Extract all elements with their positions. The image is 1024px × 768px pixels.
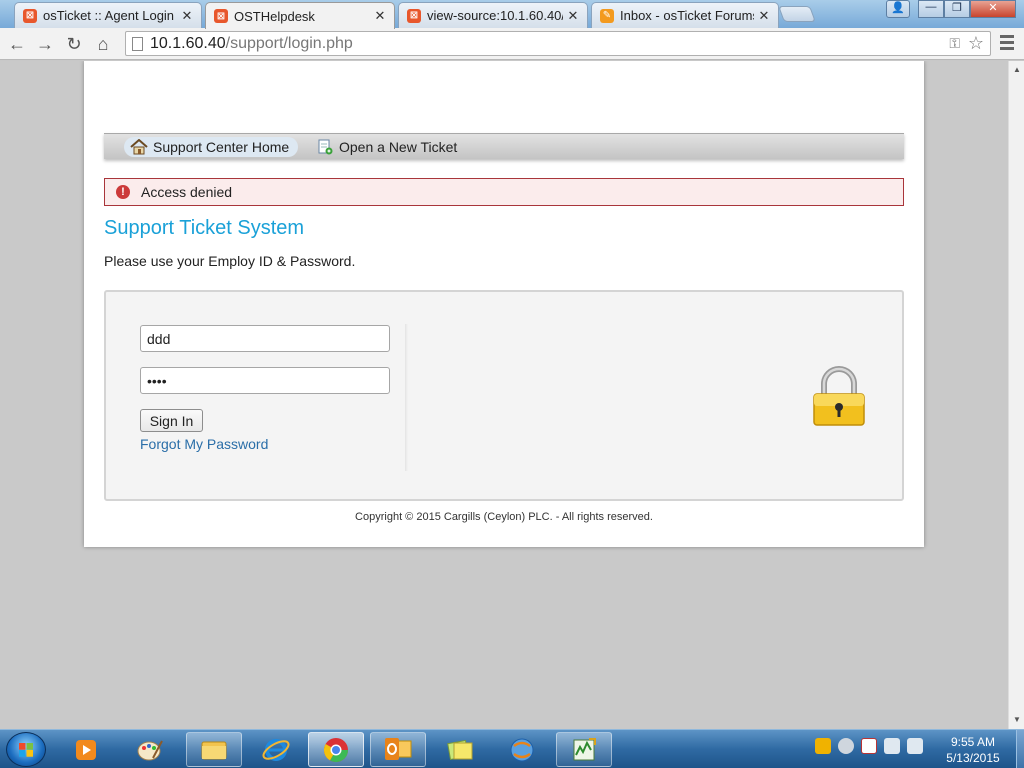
browser-tab-strip: ⊠ osTicket :: Agent Login ✕ ⊠ OSTHelpdes… bbox=[0, 0, 1024, 29]
nav-home-label: Support Center Home bbox=[153, 139, 290, 155]
close-icon[interactable]: ✕ bbox=[374, 8, 386, 24]
chrome-icon[interactable] bbox=[308, 732, 364, 767]
url-host: 10.1.60.40 bbox=[150, 35, 226, 52]
new-ticket-icon bbox=[316, 139, 334, 155]
user-profile-icon[interactable]: 👤 bbox=[886, 0, 910, 18]
page-container: Support Center Home Open a New Ticket ! … bbox=[84, 61, 924, 547]
close-icon[interactable]: ✕ bbox=[181, 8, 193, 24]
new-tab-button[interactable] bbox=[778, 6, 816, 22]
vertical-scrollbar[interactable]: ▲ ▼ bbox=[1008, 61, 1024, 729]
error-icon: ! bbox=[116, 185, 130, 199]
tab-label: view-source:10.1.60.40/su bbox=[427, 8, 563, 23]
tab-label: OSTHelpdesk bbox=[234, 8, 315, 24]
internet-explorer-icon[interactable] bbox=[248, 732, 304, 767]
osticket-favicon-icon: ⊠ bbox=[214, 9, 228, 23]
page-title: Support Ticket System bbox=[104, 217, 305, 239]
close-icon[interactable]: ✕ bbox=[758, 8, 770, 24]
file-explorer-icon[interactable] bbox=[186, 732, 242, 767]
action-center-icon[interactable] bbox=[861, 738, 877, 754]
windows-taskbar: 9:55 AM 5/13/2015 bbox=[0, 729, 1024, 768]
minimize-button[interactable]: — bbox=[918, 0, 944, 18]
tab-osthelpdesk[interactable]: ⊠ OSTHelpdesk ✕ bbox=[205, 2, 395, 29]
error-alert: ! Access denied bbox=[104, 178, 904, 206]
address-bar[interactable]: 10.1.60.40/support/login.php ⚿ ☆ bbox=[125, 31, 991, 56]
tab-label: osTicket :: Agent Login bbox=[43, 8, 175, 23]
taskbar-clock[interactable]: 9:55 AM 5/13/2015 bbox=[930, 734, 1016, 766]
restore-button[interactable]: ❐ bbox=[944, 0, 970, 18]
tab-agent-login[interactable]: ⊠ osTicket :: Agent Login ✕ bbox=[14, 2, 202, 28]
nav-new-ticket-label: Open a New Ticket bbox=[339, 139, 458, 155]
url-text: 10.1.60.40/support/login.php bbox=[150, 35, 353, 53]
support-nav-bar: Support Center Home Open a New Ticket bbox=[104, 133, 904, 159]
login-divider bbox=[405, 324, 408, 471]
home-icon[interactable]: ⌂ bbox=[92, 33, 114, 55]
scroll-up-arrow-icon[interactable]: ▲ bbox=[1013, 65, 1021, 74]
clock-time: 9:55 AM bbox=[950, 735, 996, 749]
page-viewport: Support Center Home Open a New Ticket ! … bbox=[0, 61, 1008, 729]
house-icon bbox=[130, 139, 148, 155]
osticket-favicon-icon: ⊠ bbox=[23, 8, 37, 23]
login-instructions: Please use your Employ ID & Password. bbox=[104, 253, 356, 269]
paint-icon[interactable] bbox=[122, 732, 178, 767]
url-path: /support/login.php bbox=[225, 35, 353, 52]
sticky-notes-icon[interactable] bbox=[432, 732, 488, 767]
nav-support-center-home[interactable]: Support Center Home bbox=[124, 137, 299, 157]
network-tray-icon[interactable] bbox=[884, 738, 900, 754]
system-tray bbox=[815, 738, 923, 760]
bookmark-star-icon[interactable]: ☆ bbox=[968, 33, 984, 54]
password-field[interactable] bbox=[140, 367, 390, 394]
copyright-footer: Copyright © 2015 Cargills (Ceylon) PLC. … bbox=[355, 511, 653, 523]
window-close-button[interactable]: ✕ bbox=[970, 0, 1016, 18]
nav-open-new-ticket[interactable]: Open a New Ticket bbox=[310, 137, 466, 157]
task-manager-icon[interactable] bbox=[556, 732, 612, 767]
sign-in-button[interactable]: Sign In bbox=[140, 409, 203, 432]
username-field[interactable] bbox=[140, 325, 390, 352]
show-desktop-button[interactable] bbox=[1016, 730, 1024, 768]
forgot-password-link[interactable]: Forgot My Password bbox=[140, 436, 268, 452]
disk-tray-icon[interactable] bbox=[838, 738, 854, 754]
login-box: Sign In Forgot My Password bbox=[104, 290, 904, 501]
tab-label: Inbox - osTicket Forums bbox=[620, 8, 754, 23]
volume-muted-icon[interactable] bbox=[907, 738, 923, 754]
chrome-menu-icon[interactable] bbox=[1000, 35, 1014, 53]
key-icon[interactable]: ⚿ bbox=[949, 35, 960, 52]
media-player-icon[interactable] bbox=[58, 732, 114, 767]
close-icon[interactable]: ✕ bbox=[567, 8, 579, 24]
tab-view-source[interactable]: ⊠ view-source:10.1.60.40/su ✕ bbox=[398, 2, 588, 28]
forum-favicon-icon: ✎ bbox=[600, 8, 614, 23]
clock-date: 5/13/2015 bbox=[946, 751, 1000, 765]
outlook-icon[interactable] bbox=[370, 732, 426, 767]
forward-arrow-icon[interactable]: → bbox=[34, 33, 56, 55]
tab-forums-inbox[interactable]: ✎ Inbox - osTicket Forums ✕ bbox=[591, 2, 779, 28]
alert-message: Access denied bbox=[141, 184, 233, 200]
network-app-icon[interactable] bbox=[494, 732, 550, 767]
page-icon bbox=[132, 37, 143, 51]
start-button[interactable] bbox=[6, 732, 46, 767]
back-arrow-icon[interactable]: ← bbox=[6, 33, 28, 55]
outlook-tray-icon[interactable] bbox=[815, 738, 831, 754]
osticket-favicon-icon: ⊠ bbox=[407, 8, 421, 23]
scroll-down-arrow-icon[interactable]: ▼ bbox=[1013, 715, 1021, 724]
padlock-icon bbox=[811, 364, 867, 428]
reload-icon[interactable]: ↻ bbox=[63, 33, 85, 55]
